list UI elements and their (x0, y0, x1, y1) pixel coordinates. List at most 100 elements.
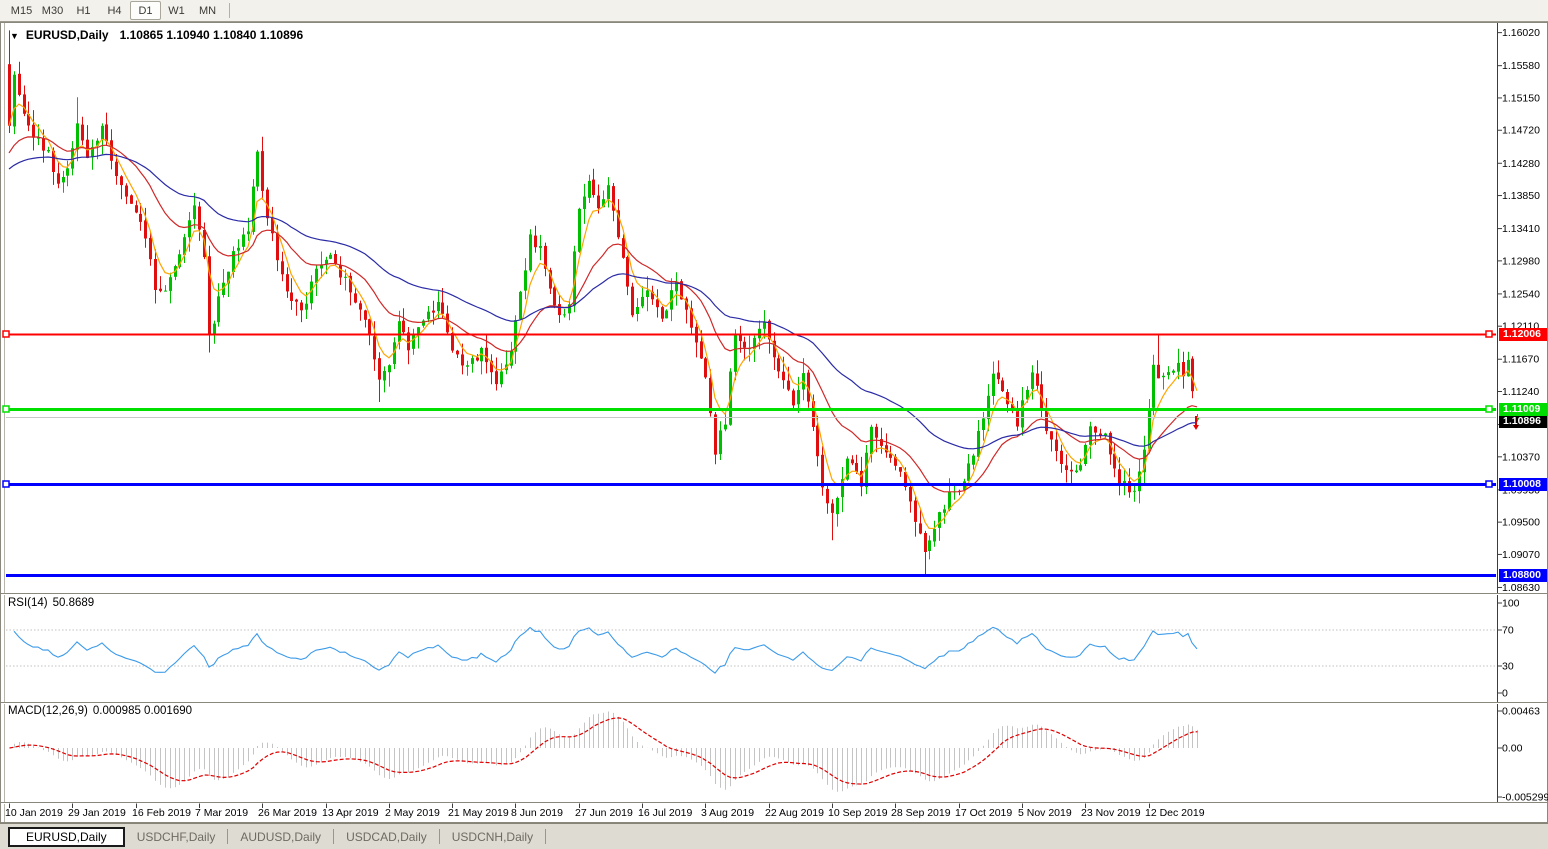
pivot-line-handle[interactable] (1486, 406, 1492, 412)
candle-body (588, 181, 591, 198)
candle-body (105, 124, 108, 141)
candle-body (412, 334, 415, 349)
candle-body (368, 319, 371, 335)
candle-body (164, 291, 167, 292)
candle-body (636, 307, 639, 314)
candle-body (924, 533, 927, 552)
bid-price-line-price-badge: 1.10896 (1499, 415, 1547, 428)
pivot-line-price-badge: 1.11009 (1499, 403, 1547, 416)
rsi-axis-label: 0 (1502, 688, 1508, 700)
date-label: 16 Jul 2019 (638, 807, 692, 819)
price-tick-label: 1.13410 (1502, 223, 1540, 235)
candle-body (120, 176, 123, 185)
candle-body (1162, 376, 1165, 377)
timeframe-toolbar: M15M30H1H4D1W1MN (0, 0, 1548, 22)
chart-tab-eurusd[interactable]: EURUSD,Daily (8, 827, 125, 847)
timeframe-button-w1[interactable]: W1 (161, 1, 192, 20)
date-axis[interactable]: 10 Jan 201929 Jan 201916 Feb 20197 Mar 2… (5, 804, 1205, 820)
price-axis[interactable]: 1.160201.155801.151501.147201.142801.138… (1498, 27, 1540, 594)
pivot-line-handle[interactable] (3, 406, 9, 412)
candle-body (763, 322, 766, 329)
resistance-line-handle[interactable] (1486, 331, 1492, 337)
candle-body (339, 265, 342, 277)
chart-dropdown-icon[interactable]: ▼ (10, 31, 19, 41)
date-label: 16 Feb 2019 (132, 807, 191, 819)
macd-axis-label: 0.00463 (1502, 706, 1540, 718)
resistance-line-price-badge: 1.12006 (1499, 328, 1547, 341)
candle-body (247, 231, 250, 234)
price-tick-label: 1.14280 (1502, 158, 1540, 170)
candle-body (743, 342, 746, 348)
candle-body (563, 314, 566, 315)
candle-body (534, 236, 537, 248)
candle-body (471, 358, 474, 364)
timeframe-button-m30[interactable]: M30 (37, 1, 68, 20)
timeframe-button-mn[interactable]: MN (192, 1, 223, 20)
candle-body (1031, 372, 1034, 389)
candle-body (1050, 431, 1053, 439)
price-chart-canvas[interactable]: 1.160201.155801.151501.147201.142801.138… (0, 0, 1548, 849)
candle-body (734, 335, 737, 372)
chart-tab-usdcnh[interactable]: USDCNH,Daily (440, 827, 545, 847)
candle-body (402, 321, 405, 333)
candle-body (797, 390, 800, 404)
candle-body (1070, 470, 1073, 472)
candle-body (47, 150, 50, 151)
date-label: 21 May 2019 (448, 807, 509, 819)
candle-body (1001, 380, 1004, 391)
candle-body (558, 304, 561, 315)
chart-tab-audusd[interactable]: AUDUSD,Daily (228, 827, 333, 847)
macd-panel[interactable]: 0.004630.00-0.005299 (10, 706, 1548, 804)
support-line-handle[interactable] (3, 481, 9, 487)
candle-body (154, 259, 157, 290)
date-label: 17 Oct 2019 (955, 807, 1012, 819)
moving-average-fast (9, 104, 1197, 528)
price-tick-label: 1.16020 (1502, 27, 1540, 39)
price-tick-label: 1.15580 (1502, 60, 1540, 72)
tab-separator (545, 829, 546, 844)
candle-body (1094, 427, 1097, 433)
date-label: 26 Mar 2019 (258, 807, 317, 819)
chart-tab-usdcad[interactable]: USDCAD,Daily (334, 827, 439, 847)
candle-body (13, 75, 16, 127)
candle-body (899, 467, 902, 472)
date-label: 12 Dec 2019 (1145, 807, 1205, 819)
candle-body (1152, 365, 1155, 408)
timeframe-button-h1[interactable]: H1 (68, 1, 99, 20)
toolbar-separator (229, 3, 230, 18)
support-line-handle[interactable] (1486, 481, 1492, 487)
candle-body (1177, 363, 1180, 372)
rsi-panel[interactable]: 10070300 (6, 598, 1520, 700)
candle-body (437, 302, 440, 311)
candle-body (427, 312, 430, 320)
timeframe-button-d1[interactable]: D1 (130, 1, 161, 20)
timeframe-button-m15[interactable]: M15 (6, 1, 37, 20)
candle-body (661, 307, 664, 319)
candle-body (646, 290, 649, 297)
candle-body (914, 501, 917, 522)
candle-body (276, 233, 279, 261)
candle-body (485, 348, 488, 362)
candle-body (466, 365, 469, 366)
price-tick-label: 1.08630 (1502, 582, 1540, 594)
candle-body (8, 64, 11, 126)
candle-body (344, 277, 347, 278)
resistance-line-handle[interactable] (3, 331, 9, 337)
price-tick-label: 1.13850 (1502, 190, 1540, 202)
candle-body (1128, 481, 1131, 492)
timeframe-button-h4[interactable]: H4 (99, 1, 130, 20)
candle-body (977, 431, 980, 457)
candle-body (821, 455, 824, 488)
chart-symbol-label: EURUSD,Daily (26, 28, 109, 42)
candle-body (383, 371, 386, 381)
candle-body (76, 123, 79, 149)
date-label: 28 Sep 2019 (891, 807, 951, 819)
candle-body (997, 373, 1000, 380)
candle-body (476, 358, 479, 361)
candle-body (188, 220, 191, 237)
date-label: 5 Nov 2019 (1018, 807, 1072, 819)
candle-body (704, 358, 707, 377)
candle-body (281, 261, 284, 274)
chart-tab-usdchf[interactable]: USDCHF,Daily (125, 827, 228, 847)
candle-body (826, 489, 829, 503)
